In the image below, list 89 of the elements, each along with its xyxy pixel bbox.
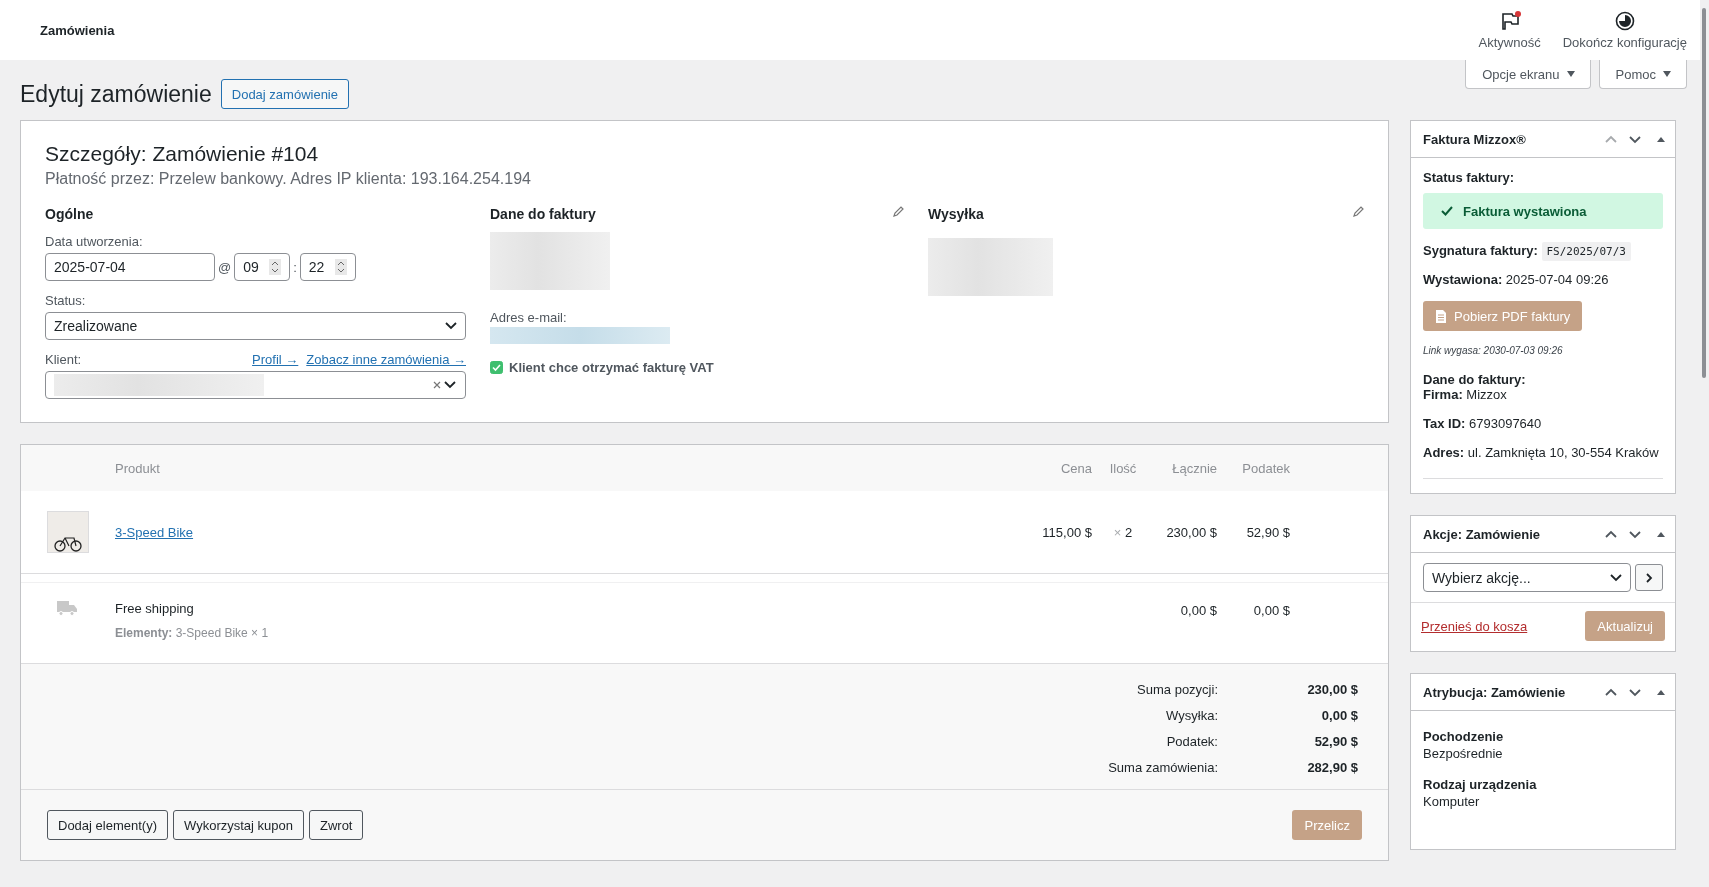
spinner-icon	[334, 259, 347, 275]
panel-controls-icon[interactable]	[1605, 528, 1667, 540]
chevron-down-icon	[445, 322, 457, 330]
page-heading: Edytuj zamówienie	[20, 80, 212, 108]
document-icon	[1435, 308, 1447, 324]
total-label: Suma zamówienia:	[1108, 760, 1218, 775]
column-header: Podatek	[1242, 460, 1290, 476]
check-icon	[1441, 206, 1453, 216]
hour-field[interactable]: 09	[234, 253, 291, 281]
invoice-field: Adres: ul. Zamknięta 10, 30-554 Kraków	[1423, 445, 1663, 460]
field-label: Status faktury:	[1423, 170, 1516, 185]
screen-tab[interactable]: Opcje ekranu	[1465, 60, 1591, 89]
panel-title: Atrybucja: Zamówienie	[1423, 684, 1566, 700]
product-link[interactable]: 3-Speed Bike	[115, 524, 997, 540]
section-heading: Wysyłka	[928, 206, 984, 222]
chevron-right-icon	[1645, 572, 1653, 583]
caret-icon	[1662, 70, 1672, 78]
total-label: Suma pozycji:	[1137, 682, 1218, 697]
shipping-items: Elementy: 3-Speed Bike × 1	[115, 626, 270, 640]
date-field[interactable]: 2025-07-04	[45, 253, 215, 281]
table-cell: × 2	[1113, 524, 1133, 540]
panel-controls-icon[interactable]	[1605, 686, 1667, 698]
total-value: 230,00 $	[1307, 682, 1358, 697]
caret-icon	[1565, 70, 1576, 78]
total-value: 52,90 $	[1314, 734, 1358, 749]
add-order-button[interactable]: Dodaj zamówienie	[220, 79, 349, 109]
status-select[interactable]: Zrealizowane	[45, 312, 466, 340]
pencil-icon[interactable]	[892, 206, 904, 218]
field-value: Bezpośrednie	[1423, 746, 1504, 761]
client-select[interactable]	[45, 371, 466, 399]
section-heading: Dane do faktury:	[1423, 372, 1527, 387]
total-label: Podatek:	[1166, 734, 1218, 749]
total-value: 0,00 $	[1321, 708, 1358, 723]
photo-placeholder	[47, 511, 89, 553]
at-sign: @	[218, 259, 232, 275]
payment-info: Płatność przez: Przelew bankowy. Adres IP klienta: 193.164.254.194	[45, 170, 532, 188]
field-label: Klient:	[45, 352, 82, 367]
column-header: Łącznie	[1172, 460, 1217, 476]
action-select[interactable]: Wybierz akcję...	[1423, 563, 1631, 592]
invoice-field: Firma: Mizzox	[1423, 387, 1663, 402]
minute-field[interactable]: 22	[299, 253, 356, 281]
apply-button[interactable]	[1635, 564, 1663, 591]
trash-link[interactable]: Przenieś do kosza	[1421, 618, 1528, 634]
field-label: Status:	[45, 293, 87, 308]
column-header: Ilość	[1109, 460, 1137, 476]
checkbox[interactable]	[490, 361, 503, 374]
field-label: Rodzaj urządzenia	[1423, 777, 1538, 792]
chevron-down-icon	[1610, 573, 1622, 582]
link[interactable]: Zobacz inne zamówienia →	[306, 352, 466, 367]
issued-date: Wystawiona: 2025-07-04 09:26	[1423, 272, 1610, 287]
colon: :	[293, 259, 297, 275]
table-cell-text: 0,00 $	[1180, 602, 1217, 618]
order-heading: Szczegóły: Zamówienie #104	[45, 142, 320, 166]
panel-title: Faktura Mizzox®	[1423, 131, 1526, 147]
pencil-icon[interactable]	[1352, 206, 1364, 218]
panel-controls-icon[interactable]	[1605, 133, 1667, 145]
field-label: Pochodzenie	[1423, 729, 1505, 744]
panel-title: Akcje: Zamówienie	[1423, 526, 1541, 542]
checkbox-label: Klient chce otrzymać fakturę VAT	[509, 360, 714, 375]
invoice-signature: Sygnatura faktury: FS/2025/07/3	[1423, 243, 1663, 258]
spinner-icon	[269, 259, 282, 275]
table-cell: 230,00 $	[1166, 524, 1217, 540]
total-value: 282,90 $	[1307, 760, 1358, 775]
column-header: Produkt	[115, 460, 161, 476]
link-expiry: Link wygasa: 2030-07-03 09:26	[1423, 345, 1564, 356]
activity-button[interactable]: Dokończ konfigurację	[1551, 0, 1698, 60]
table-cell: 52,90 $	[1246, 524, 1290, 540]
field-label: Adres e-mail:	[490, 310, 568, 325]
table-cell-text: 0,00 $	[1253, 602, 1290, 618]
activity-button[interactable]: Aktywność	[1467, 0, 1552, 60]
clear-chevron-icon	[433, 380, 457, 390]
field-value: Komputer	[1423, 794, 1481, 809]
action-button[interactable]: Zwrot	[309, 810, 364, 840]
shipping-method: Free shipping	[115, 601, 195, 616]
table-cell: 115,00 $	[1042, 524, 1092, 540]
link[interactable]: Profil →	[252, 352, 299, 367]
truck-icon	[57, 601, 77, 616]
section-heading: Ogólne	[45, 206, 95, 222]
section-heading: Dane do faktury	[490, 206, 596, 222]
action-button[interactable]: Dodaj element(y)	[47, 810, 168, 840]
screen-tab[interactable]: Pomoc	[1598, 60, 1687, 89]
invoice-field: Tax ID: 6793097640	[1423, 416, 1663, 431]
status-badge: Faktura wystawiona	[1423, 193, 1663, 229]
action-button[interactable]: Wykorzystaj kupon	[173, 810, 304, 840]
page-title: Zamówienia	[40, 22, 115, 38]
total-label: Wysyłka:	[1166, 708, 1218, 723]
field-label: Data utworzenia:	[45, 234, 144, 249]
progress-circle-icon	[1613, 10, 1636, 31]
column-header: Cena	[1060, 460, 1092, 476]
